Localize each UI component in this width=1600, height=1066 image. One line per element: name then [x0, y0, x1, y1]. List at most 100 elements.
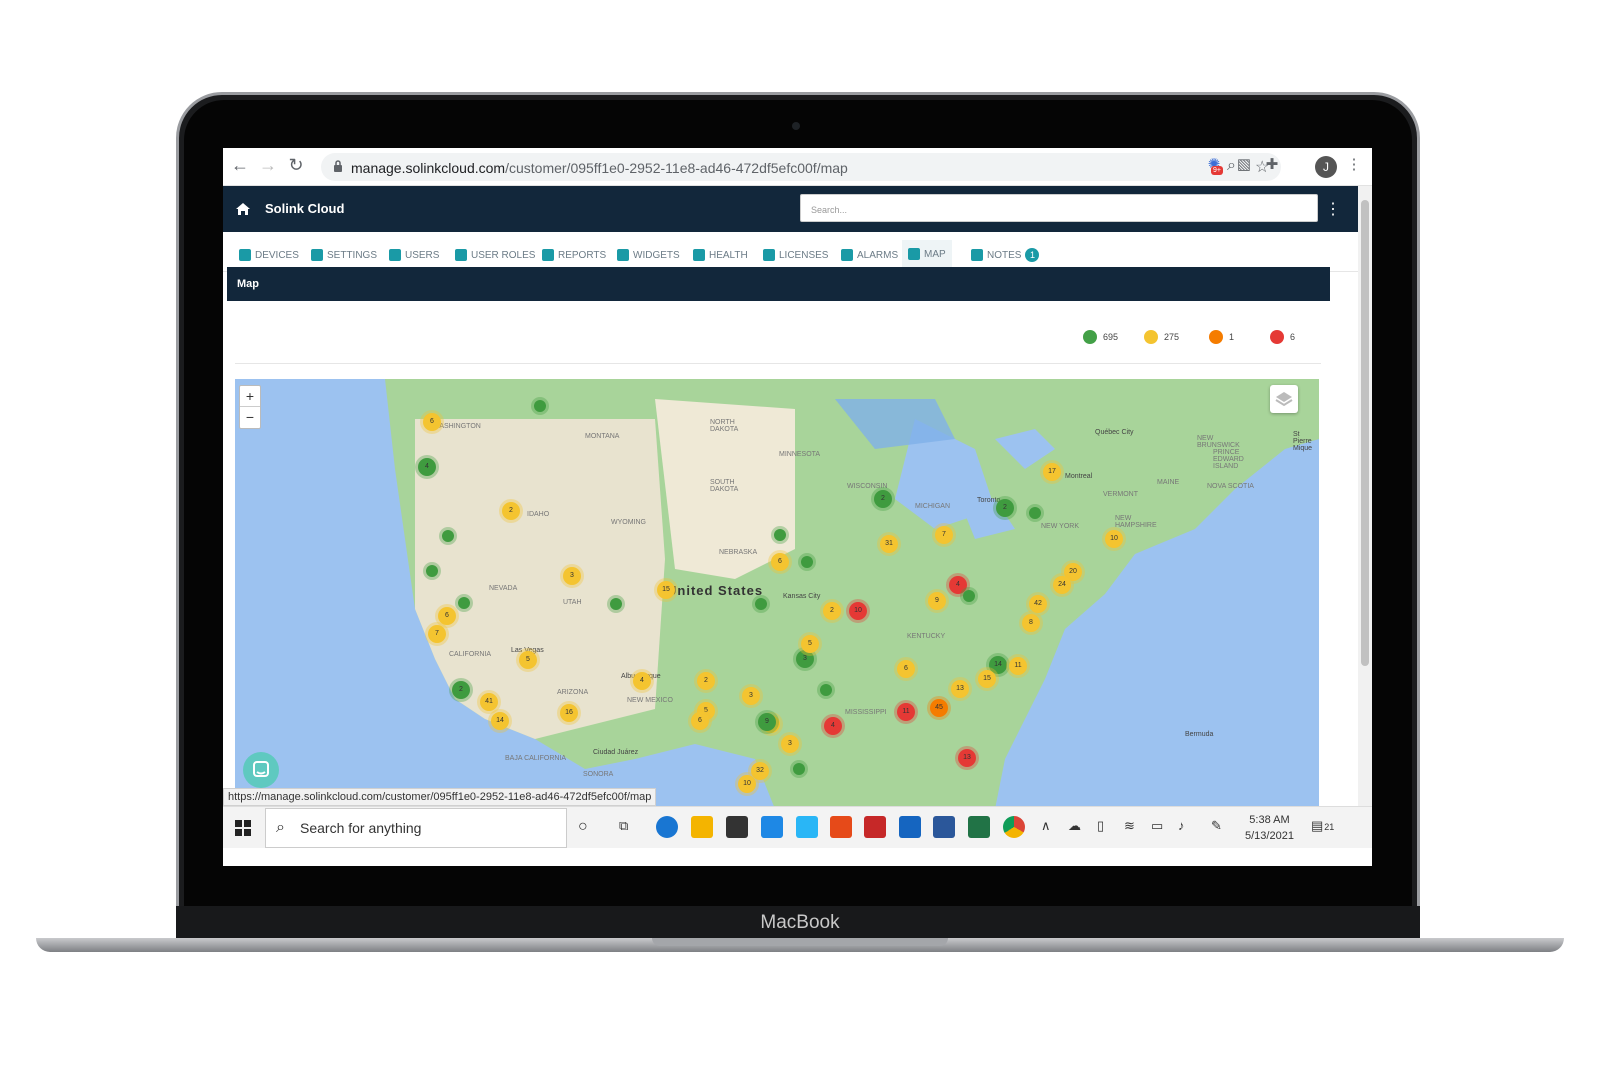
home-icon[interactable] [235, 201, 251, 217]
cluster-marker-green[interactable] [963, 590, 975, 602]
layers-button[interactable] [1270, 385, 1298, 413]
cluster-marker-yellow[interactable]: 2 [502, 502, 520, 520]
zoom-out-button[interactable]: − [240, 407, 260, 428]
taskbar-search-input[interactable]: ⌕ Search for anything [265, 808, 567, 848]
cluster-marker-yellow[interactable]: 11 [1009, 657, 1027, 675]
battery-icon[interactable]: ▭ [1151, 818, 1163, 834]
cluster-marker-yellow[interactable]: 14 [491, 712, 509, 730]
cluster-marker-yellow[interactable]: 15 [978, 670, 996, 688]
cluster-marker-green[interactable]: 4 [418, 458, 436, 476]
search-input[interactable]: Search... [800, 194, 1318, 222]
cluster-marker-yellow[interactable]: 8 [1022, 614, 1040, 632]
excel-icon[interactable] [968, 816, 990, 838]
cluster-marker-red[interactable]: 10 [849, 602, 867, 620]
tab-alarms[interactable]: ALARMS [835, 240, 904, 270]
outlook-icon[interactable] [899, 816, 921, 838]
extension-icon-2[interactable]: ▧ [1233, 154, 1255, 176]
cluster-marker-yellow[interactable]: 7 [428, 625, 446, 643]
cluster-marker-yellow[interactable]: 13 [951, 680, 969, 698]
cluster-marker-yellow[interactable]: 3 [781, 735, 799, 753]
windows-start-icon[interactable] [235, 820, 251, 836]
cluster-marker-green[interactable] [442, 530, 454, 542]
cluster-marker-yellow[interactable]: 16 [560, 704, 578, 722]
forward-arrow-icon[interactable]: → [257, 154, 279, 176]
cluster-marker-yellow[interactable]: 5 [519, 651, 537, 669]
back-arrow-icon[interactable]: ← [229, 154, 251, 176]
cluster-marker-yellow[interactable]: 24 [1053, 576, 1071, 594]
mcafee-icon[interactable] [864, 816, 886, 838]
cluster-marker-yellow[interactable]: 17 [1043, 463, 1061, 481]
cluster-marker-yellow[interactable]: 6 [691, 712, 709, 730]
pen-icon[interactable]: ✎ [1211, 818, 1222, 834]
cluster-marker-green[interactable]: 2 [452, 681, 470, 699]
office-icon[interactable] [830, 816, 852, 838]
cluster-marker-green[interactable]: 2 [874, 490, 892, 508]
address-bar[interactable]: manage.solinkcloud.com/customer/095ff1e0… [321, 153, 1281, 181]
cluster-marker-yellow[interactable]: 15 [657, 581, 675, 599]
cluster-marker-yellow[interactable]: 7 [935, 526, 953, 544]
tab-widgets[interactable]: WIDGETS [611, 240, 686, 270]
cluster-marker-red[interactable]: 11 [897, 703, 915, 721]
tab-users[interactable]: USERS [383, 240, 445, 270]
tab-settings[interactable]: SETTINGS [305, 240, 383, 270]
tab-reports[interactable]: REPORTS [536, 240, 612, 270]
tab-licenses[interactable]: LICENSES [757, 240, 834, 270]
chrome-icon[interactable] [1003, 816, 1025, 838]
cluster-marker-yellow[interactable]: 42 [1029, 595, 1047, 613]
cluster-marker-orange[interactable]: 45 [930, 699, 948, 717]
cluster-marker-green[interactable] [1029, 507, 1041, 519]
tab-notes[interactable]: NOTES 1 [965, 240, 1045, 270]
word-icon[interactable] [933, 816, 955, 838]
cluster-marker-yellow[interactable]: 3 [563, 567, 581, 585]
cluster-marker-yellow[interactable]: 10 [1105, 530, 1123, 548]
cluster-marker-yellow[interactable]: 9 [928, 592, 946, 610]
tray-overflow-chevron-icon[interactable]: ∧ [1041, 818, 1051, 834]
cluster-marker-yellow[interactable]: 5 [801, 635, 819, 653]
app-menu-icon[interactable]: ⋮ [1325, 199, 1341, 219]
store-icon[interactable] [726, 816, 748, 838]
scrollbar-thumb[interactable] [1361, 200, 1369, 666]
cluster-marker-green[interactable]: 2 [996, 499, 1014, 517]
chat-widget-button[interactable] [243, 752, 279, 788]
map-canvas[interactable]: United States WASHINGTON MONTANA NORTH D… [235, 379, 1319, 809]
cluster-marker-yellow[interactable]: 6 [438, 607, 456, 625]
tab-map[interactable]: MAP [902, 240, 952, 270]
page-scrollbar[interactable] [1358, 186, 1372, 806]
cluster-marker-yellow[interactable]: 41 [480, 693, 498, 711]
cluster-marker-red[interactable]: 4 [824, 717, 842, 735]
cluster-marker-yellow[interactable]: 10 [738, 775, 756, 793]
wifi-icon[interactable]: ≋ [1124, 818, 1135, 834]
cluster-marker-red[interactable]: 13 [958, 749, 976, 767]
cluster-marker-green[interactable] [426, 565, 438, 577]
cluster-marker-yellow[interactable]: 4 [633, 672, 651, 690]
cluster-marker-green[interactable] [801, 556, 813, 568]
file-explorer-icon[interactable] [691, 816, 713, 838]
reload-icon[interactable]: ↻ [285, 154, 307, 176]
taskbar-clock[interactable]: 5:38 AM 5/13/2021 [1245, 812, 1294, 844]
cluster-marker-green[interactable] [755, 598, 767, 610]
puzzle-icon[interactable]: ✚ [1261, 154, 1283, 176]
cluster-marker-yellow[interactable]: 6 [897, 660, 915, 678]
cluster-marker-green[interactable] [458, 597, 470, 609]
cluster-marker-yellow[interactable]: 6 [771, 553, 789, 571]
tab-devices[interactable]: DEVICES [233, 240, 305, 270]
browser-menu-icon[interactable]: ⋮ [1343, 154, 1365, 176]
cluster-marker-green[interactable] [793, 763, 805, 775]
profile-avatar[interactable]: J [1315, 156, 1337, 178]
device-icon[interactable]: ▯ [1097, 818, 1104, 834]
cluster-marker-yellow[interactable]: 3 [742, 687, 760, 705]
cluster-marker-yellow[interactable]: 2 [697, 672, 715, 690]
task-view-icon[interactable]: ⧉ [619, 818, 628, 834]
cluster-marker-yellow[interactable]: 31 [880, 535, 898, 553]
cluster-marker-green[interactable] [820, 684, 832, 696]
extension-icon[interactable]: ✺ 9+ [1203, 154, 1225, 176]
zoom-in-button[interactable]: + [240, 386, 260, 407]
l-app-icon[interactable] [796, 816, 818, 838]
cluster-marker-green[interactable] [534, 400, 546, 412]
tab-health[interactable]: HEALTH [687, 240, 754, 270]
tab-user-roles[interactable]: USER ROLES [449, 240, 541, 270]
cloud-icon[interactable]: ☁ [1068, 818, 1081, 834]
cluster-marker-yellow[interactable]: 2 [823, 602, 841, 620]
cluster-marker-yellow[interactable]: 6 [423, 413, 441, 431]
volume-icon[interactable]: ♪ [1178, 818, 1185, 833]
